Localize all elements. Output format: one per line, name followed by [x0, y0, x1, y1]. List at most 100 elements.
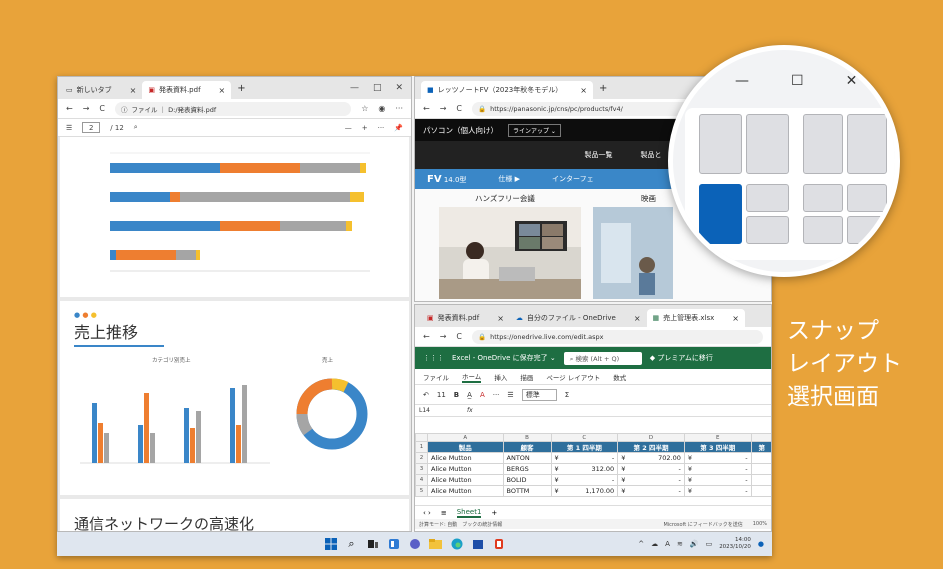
row-header[interactable]: 2 — [415, 452, 428, 464]
snap-layout-grid-1[interactable] — [803, 184, 843, 212]
snap-layout-half-right[interactable] — [746, 114, 789, 174]
site-title[interactable]: パソコン（個人向け） — [423, 125, 498, 136]
ribbon-tab-file[interactable]: ファイル — [423, 372, 449, 382]
back-icon[interactable]: ← — [423, 104, 430, 113]
sheet-tab[interactable]: Sheet1 — [456, 508, 482, 518]
snap-layout-quad-left-selected[interactable] — [699, 184, 742, 244]
forward-icon[interactable]: → — [440, 104, 447, 113]
cell-q3[interactable]: ¥ - — [683, 452, 752, 464]
cell-q1[interactable]: ¥312.00 — [550, 463, 619, 475]
store-icon[interactable] — [471, 538, 484, 551]
pin-icon[interactable]: 📌 — [394, 124, 403, 132]
reload-icon[interactable]: C — [99, 104, 105, 113]
zoom-out-icon[interactable]: — — [345, 124, 352, 132]
cell-q3[interactable]: ¥ - — [683, 485, 752, 497]
app-launcher-icon[interactable]: ⋮⋮⋮ — [423, 354, 444, 362]
zoom-level[interactable]: 100% — [753, 521, 767, 527]
autosum-icon[interactable]: Σ — [565, 391, 569, 399]
maximize-icon[interactable]: ☐ — [791, 73, 804, 89]
header-cell[interactable]: 顧客 — [502, 441, 552, 453]
cell-q1[interactable]: ¥ - — [550, 474, 619, 486]
column-header[interactable]: A — [427, 433, 504, 442]
cell-product[interactable]: Alice Mutton — [427, 463, 504, 475]
tab-panasonic[interactable]: ■ レッツノートFV（2023年秋冬モデル） × — [421, 81, 593, 99]
row-header[interactable]: 1 — [415, 441, 428, 453]
wifi-icon[interactable]: ≋ — [677, 540, 683, 548]
more-icon[interactable]: ··· — [493, 391, 500, 399]
cell-product[interactable]: Alice Mutton — [427, 474, 504, 486]
chevron-up-icon[interactable]: ^ — [638, 540, 644, 548]
ribbon-tab-layout[interactable]: ページ レイアウト — [546, 372, 600, 382]
premium-button[interactable]: ◆ プレミアムに移行 — [650, 353, 713, 363]
start-icon[interactable] — [324, 538, 337, 551]
snap-layout-grid-3[interactable] — [803, 216, 843, 244]
row-header[interactable]: 3 — [415, 463, 428, 475]
pdf-content[interactable]: ● ● ● 売上推移 カテゴリ別売上 売上 通信ネットワークの高速化 — [58, 137, 411, 531]
row-header[interactable]: 5 — [415, 485, 428, 497]
excel-title[interactable]: Excel - OneDrive に保存完了 ⌄ — [452, 353, 556, 363]
interface-link[interactable]: インターフェ — [552, 174, 594, 184]
header-cell[interactable]: 第 3 四半期 — [683, 441, 752, 453]
back-icon[interactable]: ← — [423, 332, 430, 341]
battery-icon[interactable]: ▭ — [706, 540, 713, 548]
cell-q1[interactable]: ¥1,170.00 — [550, 485, 619, 497]
volume-icon[interactable]: 🔊 — [690, 540, 699, 548]
search-input[interactable]: ⌕ 検索 (Alt + Q) — [563, 351, 642, 365]
spec-link[interactable]: 仕様 ▶ — [498, 174, 520, 184]
cell-q3[interactable]: ¥ - — [683, 474, 752, 486]
more-icon[interactable]: ··· — [395, 104, 403, 113]
lineup-dropdown[interactable]: ラインアップ ⌄ — [508, 123, 561, 137]
menu-item-2[interactable]: 製品と — [641, 150, 662, 160]
snap-layout-wide-left[interactable] — [803, 114, 843, 174]
menu-item-products[interactable]: 製品一覧 — [585, 150, 613, 160]
row-header[interactable]: 4 — [415, 474, 428, 486]
notification-icon[interactable]: ● — [758, 540, 764, 548]
column-header[interactable]: C — [550, 433, 619, 442]
close-tab-icon[interactable]: × — [580, 86, 587, 95]
cell-product[interactable]: Alice Mutton — [427, 452, 504, 464]
toc-icon[interactable]: ☰ — [66, 124, 72, 132]
cell-product[interactable]: Alice Mutton — [427, 485, 504, 497]
more-icon[interactable]: ··· — [378, 124, 385, 132]
snap-layout-half-left[interactable] — [699, 114, 742, 174]
column-header[interactable]: B — [502, 433, 552, 442]
address-field[interactable]: 🔒 https://onedrive.live.com/edit.aspx — [472, 329, 763, 344]
ribbon-tab-insert[interactable]: 挿入 — [494, 372, 507, 382]
bold-icon[interactable]: B — [454, 391, 459, 399]
cell[interactable] — [750, 474, 771, 486]
close-tab-icon[interactable]: × — [219, 86, 226, 95]
edge-icon[interactable] — [450, 538, 463, 551]
tab-pdf[interactable]: ▣ 発表資料.pdf × — [421, 309, 510, 327]
tab-onedrive[interactable]: ☁ 自分のファイル - OneDrive × — [510, 309, 647, 327]
address-field[interactable]: ⓘ ファイル ｜ D:/発表資料.pdf — [115, 101, 352, 116]
chat-icon[interactable] — [408, 538, 421, 551]
column-header[interactable]: E — [683, 433, 752, 442]
forward-icon[interactable]: → — [440, 332, 447, 341]
header-cell[interactable]: 製品 — [427, 441, 504, 453]
close-tab-icon[interactable]: × — [130, 86, 137, 95]
cell[interactable] — [750, 463, 771, 475]
file-explorer-icon[interactable] — [429, 538, 442, 551]
reload-icon[interactable]: C — [456, 332, 462, 341]
snap-layout-grid-2[interactable] — [847, 184, 887, 212]
sheet-menu-icon[interactable]: ≡ — [441, 509, 447, 517]
cell-customer[interactable]: BERGS — [502, 463, 552, 475]
tab-new[interactable]: ▭ 新しいタブ × — [58, 81, 142, 99]
maximize-icon[interactable]: □ — [373, 83, 382, 93]
font-size-select[interactable]: 11 — [437, 391, 446, 399]
number-format-select[interactable]: 標準 — [521, 388, 557, 401]
ribbon-tab-formulas[interactable]: 数式 — [613, 372, 626, 382]
fx-icon[interactable]: fx — [467, 407, 473, 414]
ribbon-tab-draw[interactable]: 描画 — [520, 372, 533, 382]
page-number-input[interactable]: 2 — [82, 122, 101, 133]
close-icon[interactable]: ✕ — [395, 83, 403, 93]
header-cell[interactable]: 第 2 四半期 — [617, 441, 685, 453]
snap-layout-grid-4[interactable] — [847, 216, 887, 244]
align-icon[interactable]: ☰ — [507, 391, 513, 399]
column-header[interactable]: D — [617, 433, 685, 442]
search-icon[interactable]: ⌕ — [134, 123, 138, 132]
new-tab-icon[interactable]: + — [599, 83, 607, 94]
close-icon[interactable]: ✕ — [846, 73, 858, 89]
close-tab-icon[interactable]: × — [634, 314, 641, 323]
tab-pdf[interactable]: ▣ 発表資料.pdf × — [142, 81, 232, 99]
